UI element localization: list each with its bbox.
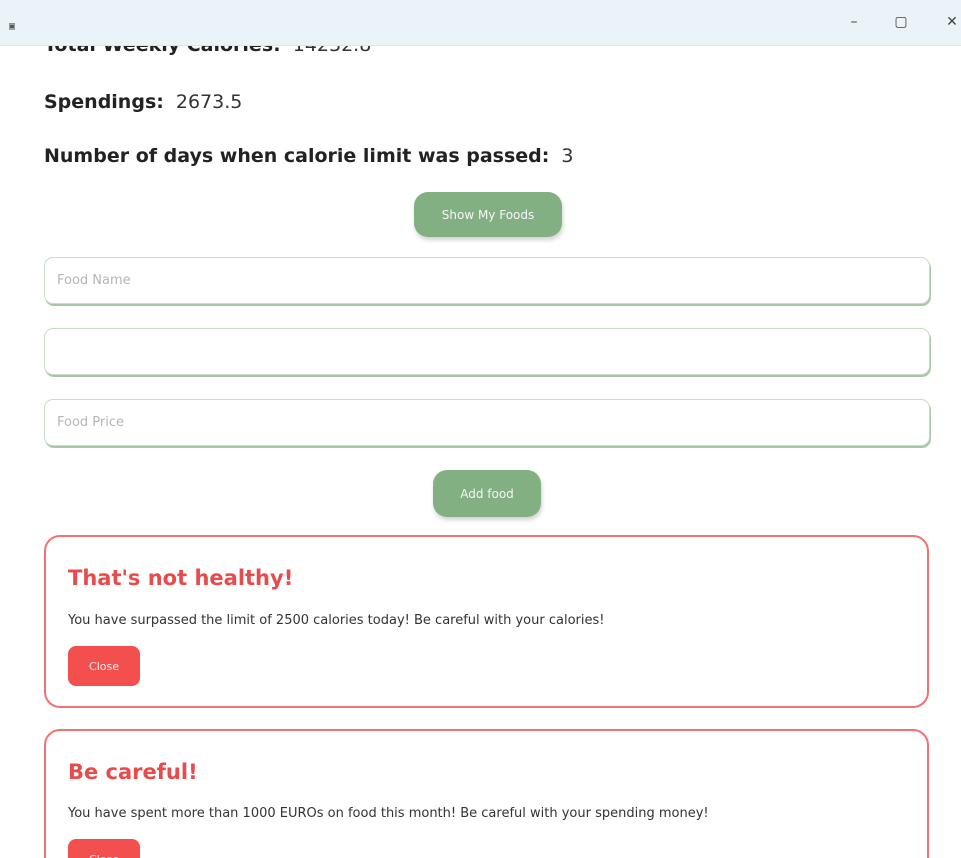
food-name-input[interactable]	[44, 257, 930, 304]
alert-title: That's not healthy!	[68, 566, 294, 590]
total-calories-label: Total Weekly Calories:	[44, 46, 281, 56]
total-calories-row: Total Weekly Calories: 14232.8	[44, 46, 371, 57]
alert-title: Be careful!	[68, 760, 198, 784]
total-calories-value: 14232.8	[293, 46, 372, 56]
days-passed-label: Number of days when calorie limit was pa…	[44, 145, 550, 167]
maximize-icon[interactable]: ▢	[886, 14, 916, 30]
close-alert-button[interactable]: Close	[68, 839, 140, 858]
spendings-label: Spendings:	[44, 91, 164, 113]
spendings-value: 2673.5	[175, 91, 243, 113]
main-content: Total Weekly Calories: 14232.8 Spendings:…	[0, 46, 961, 858]
alert-message: You have spent more than 1000 EUROs on f…	[68, 806, 709, 821]
calories-input[interactable]	[44, 328, 930, 375]
days-passed-value: 3	[561, 145, 574, 167]
alert-message: You have surpassed the limit of 2500 cal…	[68, 613, 605, 628]
window-titlebar: ▣ – ▢ ✕	[0, 0, 961, 46]
spendings-row: Spendings: 2673.5	[44, 90, 242, 114]
show-my-foods-button[interactable]: Show My Foods	[414, 192, 562, 237]
days-passed-row: Number of days when calorie limit was pa…	[44, 144, 573, 168]
alert-calorie-limit: That's not healthy! You have surpassed t…	[44, 535, 929, 708]
add-food-button[interactable]: Add food	[433, 470, 541, 517]
app-icon: ▣	[9, 21, 16, 32]
food-price-input[interactable]	[44, 399, 930, 446]
alert-spending-limit: Be careful! You have spent more than 100…	[44, 729, 929, 858]
minimize-icon[interactable]: –	[839, 14, 869, 30]
close-icon[interactable]: ✕	[937, 14, 961, 30]
close-alert-button[interactable]: Close	[68, 646, 140, 686]
